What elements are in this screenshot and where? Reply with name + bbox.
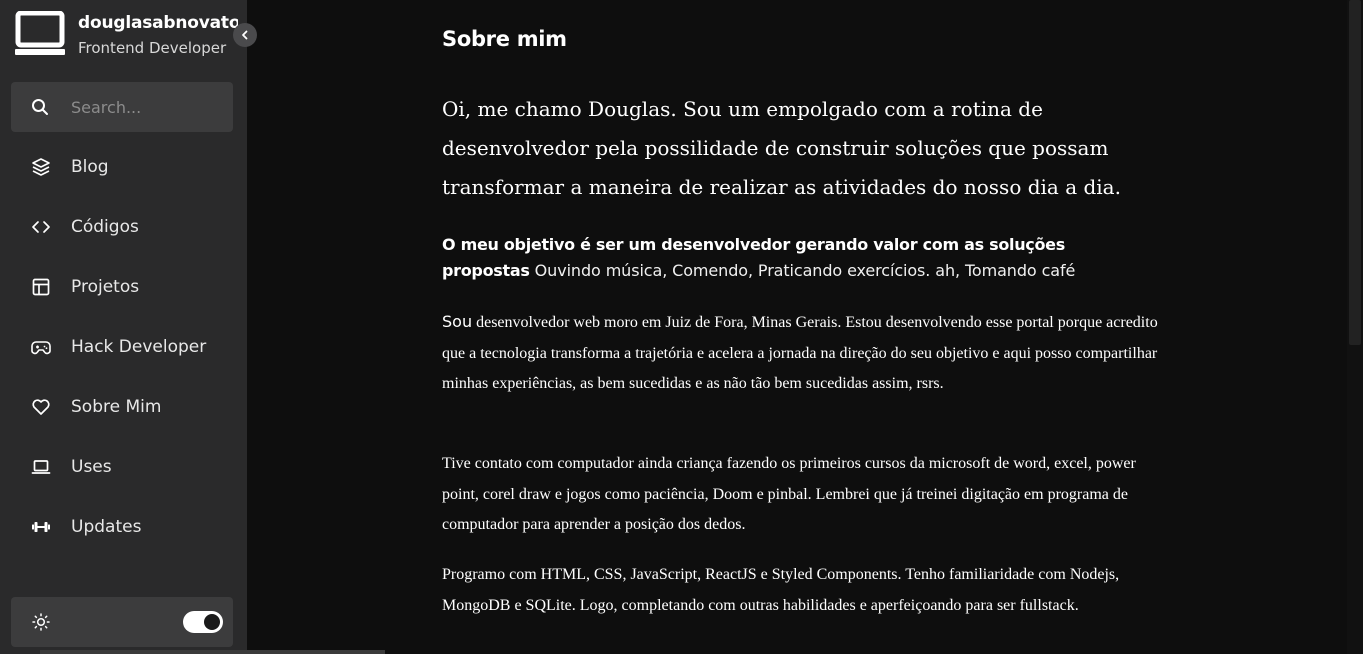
heart-icon bbox=[32, 399, 50, 415]
nav-item-label: Hack Developer bbox=[71, 337, 207, 357]
profile-role: Frontend Developer bbox=[78, 39, 227, 57]
theme-switcher bbox=[11, 597, 233, 647]
toggle-knob bbox=[204, 614, 220, 630]
search-icon bbox=[32, 99, 48, 115]
nav-item-label: Blog bbox=[71, 157, 109, 177]
nav-item-updates[interactable]: Updates bbox=[0, 505, 247, 549]
nav-item-label: Projetos bbox=[71, 277, 140, 297]
bio-paragraph-1-text: desenvolvedor web moro em Juiz de Fora, … bbox=[442, 314, 1158, 392]
intro-paragraph: Oi, me chamo Douglas. Sou um empolgado c… bbox=[442, 97, 1121, 199]
vertical-scrollbar[interactable] bbox=[1347, 0, 1363, 654]
bio-paragraph-2: Tive contato com computador ainda crianç… bbox=[442, 455, 1136, 533]
horizontal-scrollbar[interactable] bbox=[40, 650, 385, 654]
code-icon bbox=[32, 221, 50, 233]
dumbbell-icon bbox=[32, 522, 50, 532]
hobbies-text: Ouvindo música, Comendo, Praticando exer… bbox=[534, 261, 1076, 280]
bio-paragraph-3: Programo com HTML, CSS, JavaScript, Reac… bbox=[442, 566, 1120, 614]
nav-item-codigos[interactable]: Códigos bbox=[0, 205, 247, 249]
laptop-icon bbox=[15, 11, 65, 55]
nav-item-label: Updates bbox=[71, 517, 142, 537]
bio-paragraph-1-lead: Sou bbox=[442, 312, 473, 331]
profile-header[interactable]: douglasabnovato Frontend Developer bbox=[0, 0, 247, 72]
goal-paragraph: O meu objetivo é ser um desenvolvedor ge… bbox=[442, 232, 1142, 284]
nav-item-uses[interactable]: Uses bbox=[0, 445, 247, 489]
nav-item-blog[interactable]: Blog bbox=[0, 145, 247, 189]
layout-icon bbox=[32, 278, 50, 296]
search-input[interactable] bbox=[71, 82, 221, 132]
search-box[interactable] bbox=[11, 82, 233, 132]
sidebar: douglasabnovato Frontend Developer Blog … bbox=[0, 0, 257, 654]
nav-item-sobre-mim[interactable]: Sobre Mim bbox=[0, 385, 247, 429]
nav-item-label: Sobre Mim bbox=[71, 397, 162, 417]
scrollbar-thumb[interactable] bbox=[1349, 0, 1361, 345]
profile-name[interactable]: douglasabnovato bbox=[78, 13, 238, 33]
laptop-icon bbox=[31, 460, 51, 474]
sun-icon bbox=[32, 613, 50, 631]
chevron-left-icon bbox=[242, 30, 248, 40]
gamepad-icon bbox=[31, 341, 51, 355]
dark-mode-toggle[interactable] bbox=[183, 611, 223, 633]
layers-icon bbox=[32, 158, 50, 176]
nav-item-label: Uses bbox=[71, 457, 112, 477]
page-title: Sobre mim bbox=[442, 27, 567, 51]
nav-item-hack-developer[interactable]: Hack Developer bbox=[0, 325, 247, 369]
nav-item-label: Códigos bbox=[71, 217, 139, 237]
nav-item-projetos[interactable]: Projetos bbox=[0, 265, 247, 309]
collapse-sidebar-button[interactable] bbox=[233, 23, 257, 47]
bio-paragraph-1: Sou desenvolvedor web moro em Juiz de Fo… bbox=[442, 307, 1162, 400]
